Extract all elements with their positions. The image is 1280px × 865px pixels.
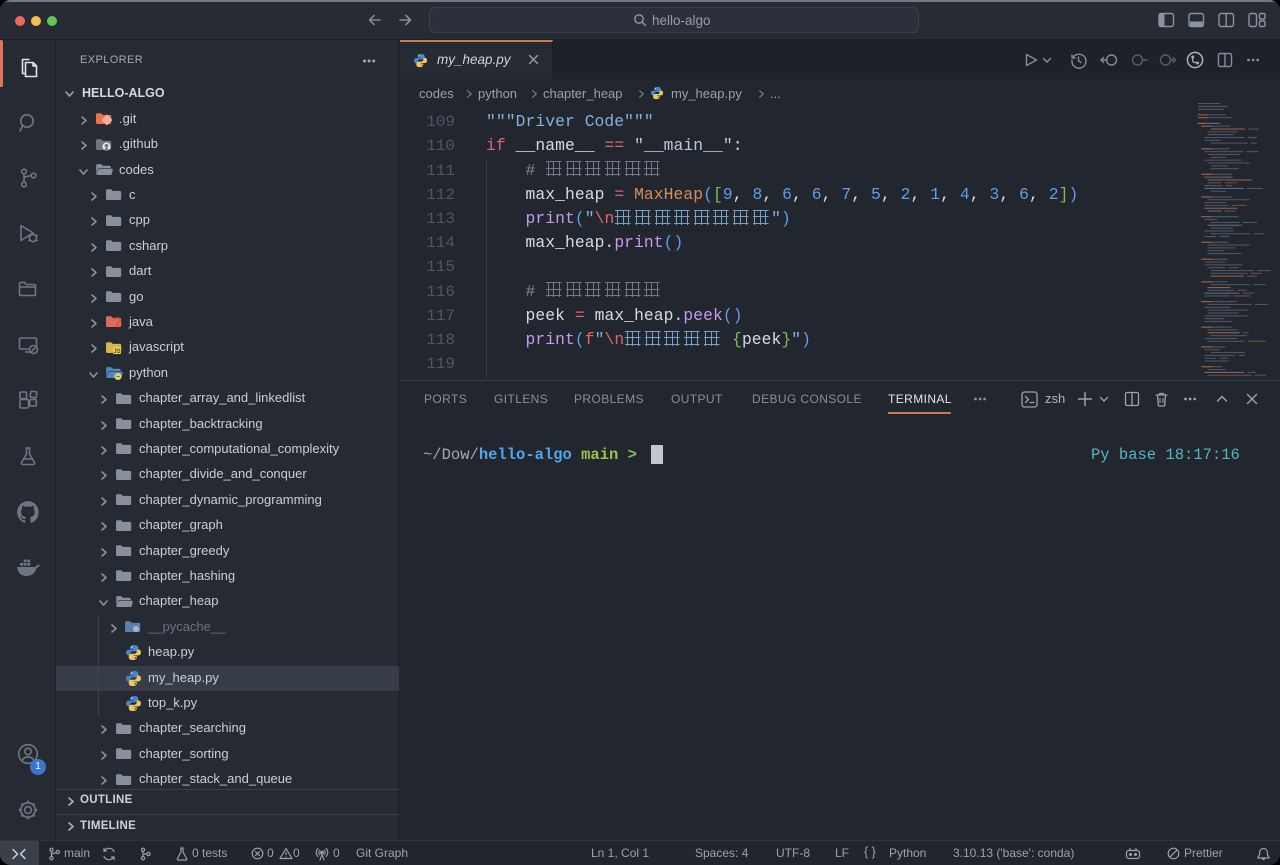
svg-text:JS: JS: [113, 349, 120, 355]
